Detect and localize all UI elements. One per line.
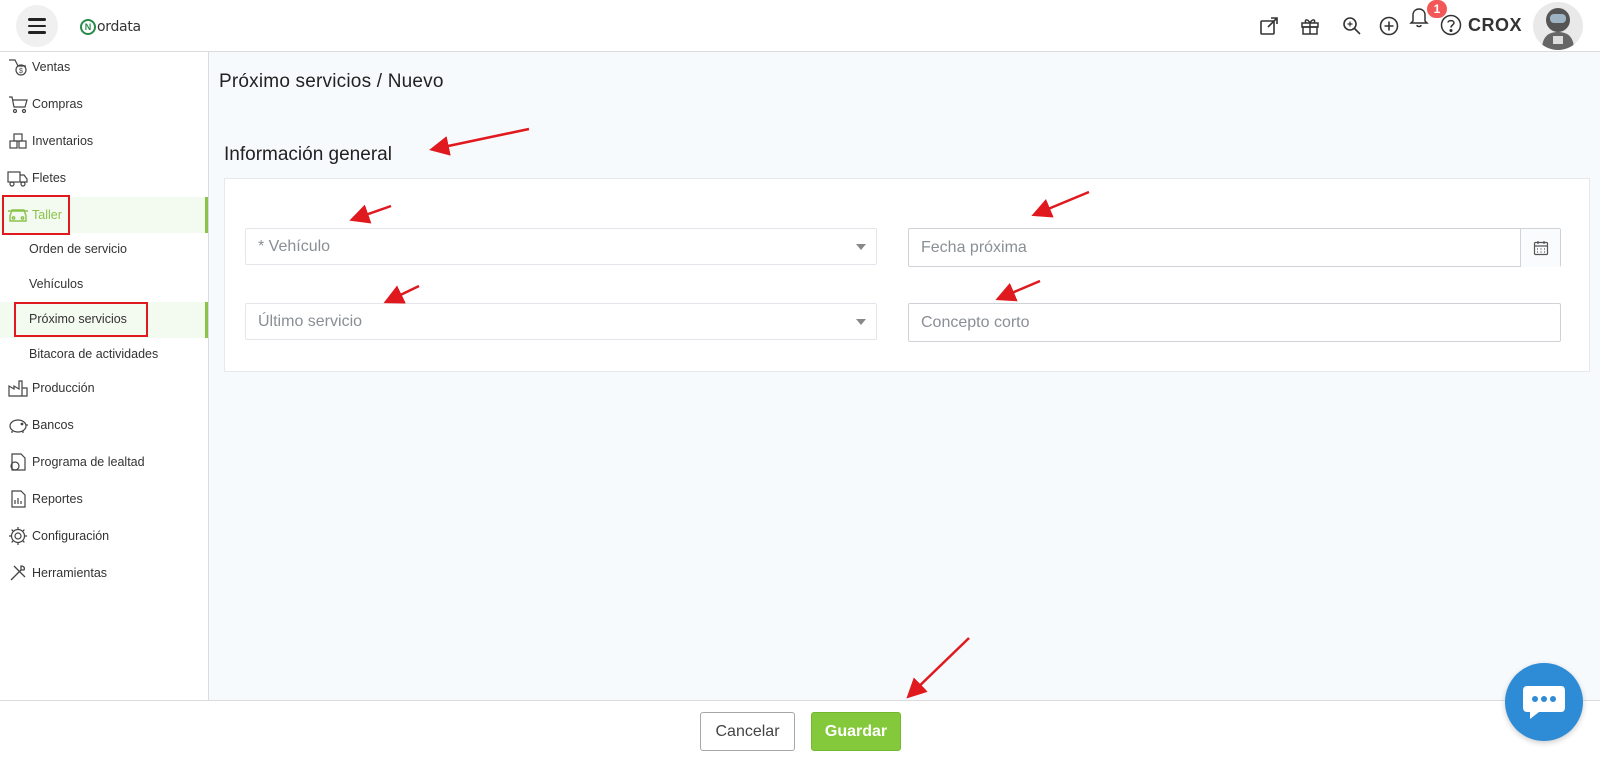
sidebar-item-label: Inventarios	[32, 134, 94, 148]
calendar-button[interactable]	[1520, 229, 1560, 267]
boxes-icon	[7, 130, 29, 152]
sidebar-item-ventas[interactable]: $ Ventas	[0, 49, 208, 85]
chat-icon	[1523, 686, 1565, 719]
hamburger-icon-line	[28, 24, 46, 28]
sidebar-item-reportes[interactable]: Reportes	[0, 481, 208, 517]
sidebar-item-produccion[interactable]: Producción	[0, 370, 208, 406]
logo-icon: N	[80, 19, 96, 35]
form-card: * Vehículo Fecha próxima Último servicio…	[224, 178, 1590, 372]
gift-icon[interactable]	[1297, 13, 1323, 39]
help-icon[interactable]	[1438, 12, 1464, 38]
tools-icon	[7, 562, 29, 584]
submenu-item-vehiculos[interactable]: Vehículos	[29, 277, 83, 291]
report-icon	[7, 488, 29, 510]
annotation-box-taller	[2, 195, 70, 235]
main-content: Próximo servicios / Nuevo Información ge…	[209, 52, 1600, 700]
sidebar-item-label: Configuración	[32, 529, 110, 543]
username-label[interactable]: CROX	[1468, 15, 1522, 36]
piggy-bank-icon	[7, 414, 29, 436]
user-avatar[interactable]	[1533, 2, 1583, 50]
cart-icon	[7, 93, 29, 115]
ultimo-placeholder: Último servicio	[258, 312, 363, 330]
sidebar-item-bancos[interactable]: Bancos	[0, 407, 208, 443]
annotation-box-proximo	[14, 302, 148, 337]
submenu-item-bitacora[interactable]: Bitacora de actividades	[29, 347, 158, 361]
external-link-icon[interactable]	[1256, 13, 1282, 39]
svg-text:$: $	[19, 68, 23, 75]
vehiculo-select[interactable]: * Vehículo	[245, 228, 877, 265]
sidebar-item-inventarios[interactable]: Inventarios	[0, 123, 208, 159]
chat-button[interactable]	[1505, 663, 1583, 741]
cancel-button[interactable]: Cancelar	[700, 712, 795, 751]
sidebar-item-label: Reportes	[32, 492, 83, 506]
gear-icon	[7, 525, 29, 547]
hamburger-icon-line	[28, 18, 46, 21]
concepto-corto-input[interactable]: Concepto corto	[908, 303, 1561, 342]
sidebar-item-label: Compras	[32, 97, 83, 111]
app-logo[interactable]: N ordata	[80, 17, 141, 37]
sidebar-item-label: Herramientas	[32, 566, 108, 580]
sidebar-item-lealtad[interactable]: Programa de lealtad	[0, 444, 208, 480]
sidebar-item-fletes[interactable]: Fletes	[0, 160, 208, 196]
breadcrumb: Próximo servicios / Nuevo	[219, 71, 444, 92]
sales-icon: $	[7, 56, 29, 78]
sidebar-item-compras[interactable]: Compras	[0, 86, 208, 122]
top-bar: N ordata 1 CROX	[0, 0, 1600, 52]
calendar-icon	[1533, 241, 1548, 256]
loyalty-icon	[7, 451, 29, 473]
sidebar-item-label: Fletes	[32, 171, 67, 185]
concepto-placeholder: Concepto corto	[921, 313, 1030, 331]
sidebar-item-label: Producción	[32, 381, 95, 395]
sidebar-item-herramientas[interactable]: Herramientas	[0, 555, 208, 591]
section-title: Información general	[224, 144, 392, 165]
save-button[interactable]: Guardar	[811, 712, 901, 751]
search-zoom-icon[interactable]	[1339, 13, 1365, 39]
menu-toggle-button[interactable]	[16, 5, 58, 47]
factory-icon	[7, 377, 29, 399]
vehiculo-placeholder: * Vehículo	[258, 237, 331, 255]
submenu-item-orden[interactable]: Orden de servicio	[29, 242, 127, 256]
sidebar-item-label: Ventas	[32, 60, 71, 74]
truck-icon	[7, 167, 29, 189]
fecha-proxima-field[interactable]: Fecha próxima	[908, 228, 1561, 267]
plus-circle-icon[interactable]	[1376, 13, 1402, 39]
ultimo-servicio-select[interactable]: Último servicio	[245, 303, 877, 340]
chevron-down-icon	[856, 244, 866, 250]
sidebar-item-configuracion[interactable]: Configuración	[0, 518, 208, 554]
logo-text: ordata	[97, 19, 141, 35]
hamburger-icon-line	[28, 31, 46, 34]
chevron-down-icon	[856, 319, 866, 325]
fecha-placeholder: Fecha próxima	[921, 238, 1027, 256]
sidebar-item-label: Programa de lealtad	[32, 455, 145, 469]
sidebar-item-label: Bancos	[32, 418, 74, 432]
form-footer: Cancelar Guardar	[0, 700, 1600, 757]
sidebar: $ Ventas Compras Inventarios Fletes Tall…	[0, 52, 209, 700]
